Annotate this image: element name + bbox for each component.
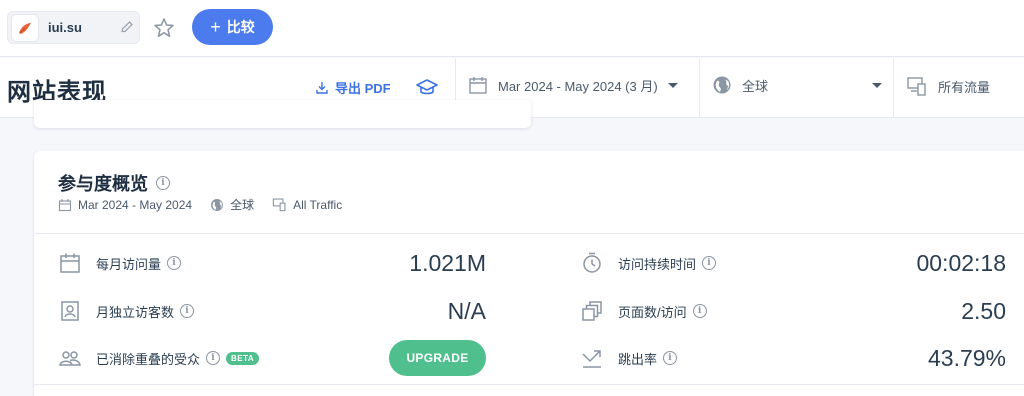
- edit-pencil-icon[interactable]: [118, 18, 136, 36]
- country-label: 全球: [742, 78, 769, 94]
- plus-icon: +: [210, 17, 221, 37]
- export-label: 导出 PDF: [335, 81, 391, 96]
- chevron-down-icon: [667, 82, 678, 88]
- user-card-icon: [61, 301, 79, 321]
- globe-icon: [211, 198, 224, 211]
- site-chip[interactable]: iui.su: [7, 11, 140, 44]
- calendar-icon: [469, 77, 487, 94]
- info-icon[interactable]: i: [206, 351, 221, 365]
- card-meta: Mar 2024 - May 2024 全球 All Traffic: [58, 196, 342, 213]
- meta-geo: 全球: [230, 198, 255, 212]
- metric-label: 访问持续时间: [618, 256, 697, 272]
- info-icon[interactable]: i: [702, 256, 717, 270]
- header-divider: [893, 58, 894, 118]
- traffic-source-picker[interactable]: 所有流量: [906, 75, 990, 97]
- metric-monthly-visits: 每月访问量 i 1.021M: [58, 248, 486, 278]
- devices-icon: [907, 77, 926, 96]
- compare-button[interactable]: + 比较: [192, 9, 273, 45]
- pages-stack-icon: [582, 301, 602, 321]
- metric-label: 月独立访客数: [96, 304, 175, 320]
- meta-date: Mar 2024 - May 2024: [78, 197, 193, 212]
- stopwatch-icon: [583, 252, 601, 273]
- metric-label: 每月访问量: [96, 256, 162, 272]
- divider: [34, 233, 1024, 234]
- metric-unique-visitors: 月独立访客数 i N/A: [58, 296, 486, 326]
- graduation-cap-icon[interactable]: [415, 76, 439, 100]
- devices-icon: [272, 198, 286, 212]
- date-range-label: Mar 2024 - May 2024 (3 月): [498, 78, 658, 94]
- metric-value: 00:02:18: [916, 249, 1006, 276]
- info-icon[interactable]: i: [663, 351, 678, 365]
- upgrade-button[interactable]: UPGRADE: [389, 340, 486, 376]
- traffic-label: 所有流量: [938, 79, 991, 95]
- globe-icon: [713, 76, 731, 94]
- metric-label: 页面数/访问: [618, 304, 687, 320]
- meta-traffic: All Traffic: [293, 197, 343, 212]
- star-icon[interactable]: [152, 16, 176, 40]
- metric-value: 1.021M: [409, 249, 486, 276]
- info-icon[interactable]: i: [692, 304, 707, 318]
- previous-card: [34, 100, 531, 128]
- beta-badge: BETA: [226, 351, 260, 365]
- metric-value: N/A: [447, 297, 486, 324]
- compare-label: 比较: [226, 19, 255, 35]
- export-pdf-button[interactable]: 导出 PDF: [315, 78, 391, 97]
- metric-visit-duration: 访问持续时间 i 00:02:18: [580, 248, 1006, 278]
- calendar-icon: [60, 253, 80, 273]
- info-icon[interactable]: i: [180, 304, 195, 318]
- date-range-picker[interactable]: Mar 2024 - May 2024 (3 月): [468, 75, 678, 95]
- metric-label: 已消除重叠的受众: [96, 351, 201, 367]
- metric-bounce-rate: 跳出率 i 43.79%: [580, 343, 1006, 373]
- divider: [34, 384, 1024, 385]
- metric-label: 跳出率: [618, 351, 658, 367]
- country-picker[interactable]: 全球: [712, 75, 882, 95]
- info-icon[interactable]: i: [167, 256, 182, 270]
- calendar-icon: [58, 198, 72, 211]
- metric-pages-per-visit: 页面数/访问 i 2.50: [580, 296, 1006, 326]
- card-title-text: 参与度概览: [58, 174, 148, 194]
- download-icon: [316, 81, 328, 94]
- metric-value: 43.79%: [927, 344, 1006, 371]
- engagement-overview-card: 参与度概览 i Mar 2024 - May 2024 全球 All Traff…: [34, 151, 1024, 396]
- chevron-down-icon: [872, 82, 882, 88]
- bounce-arrow-icon: [582, 350, 601, 368]
- card-title: 参与度概览 i: [58, 170, 170, 196]
- header-divider: [699, 58, 700, 118]
- site-favicon-icon: [11, 14, 39, 42]
- users-icon: [59, 351, 81, 366]
- metric-value: 2.50: [961, 297, 1006, 324]
- top-bar: iui.su + 比较: [0, 0, 1024, 57]
- site-name: iui.su: [48, 20, 82, 35]
- info-icon[interactable]: i: [156, 176, 170, 190]
